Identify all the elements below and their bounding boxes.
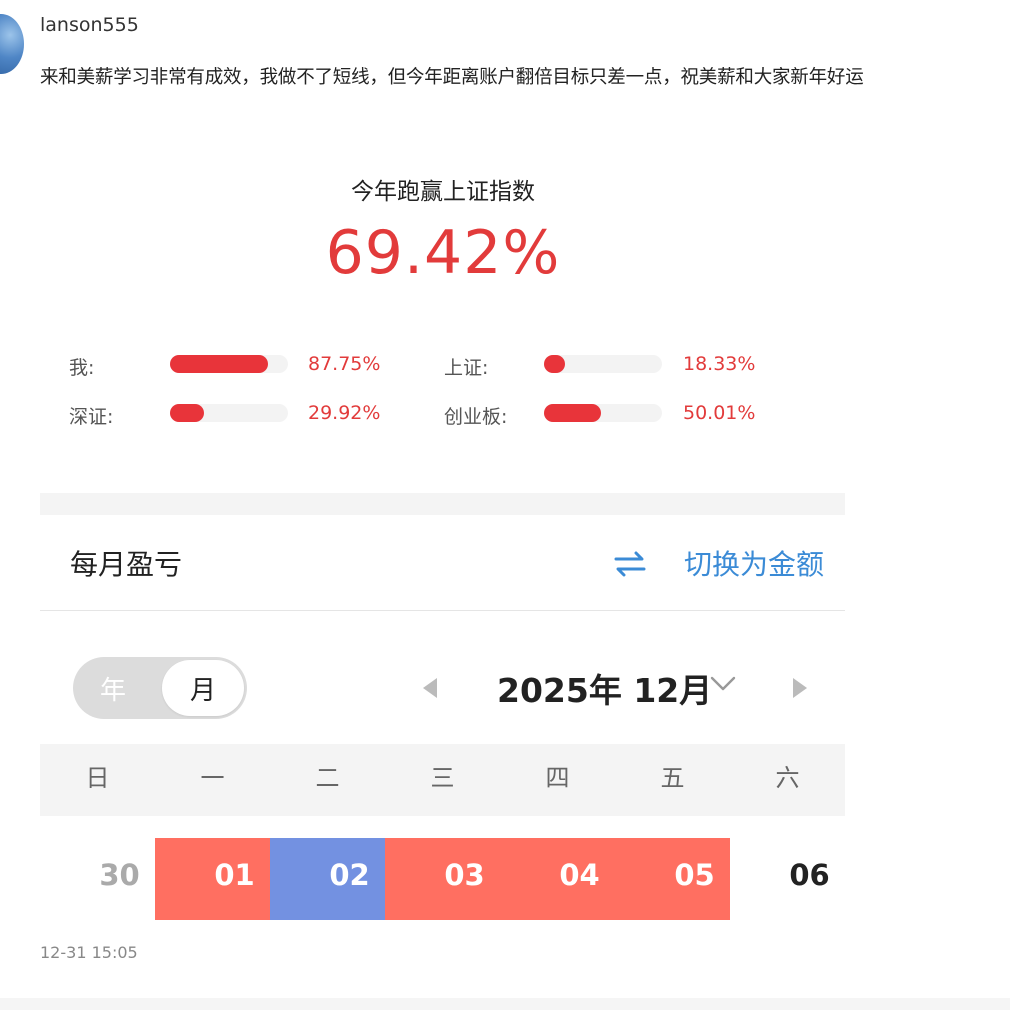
panel-top-divider: [40, 493, 845, 515]
stat-percent-chinext: 50.01%: [683, 402, 756, 424]
weekday-wed: 三: [430, 764, 455, 792]
username[interactable]: lanson555: [40, 14, 139, 36]
stat-label-shenzhen: 深证:: [69, 406, 114, 428]
switch-to-amount-button[interactable]: 切换为金额: [684, 543, 824, 583]
swap-icon[interactable]: [612, 548, 648, 580]
post-timestamp: 12-31 15:05: [40, 943, 138, 962]
month-label[interactable]: 2025年 12月: [497, 664, 712, 712]
bottom-divider: [0, 998, 1010, 1010]
day-number-04: 04: [559, 858, 600, 892]
stat-percent-me: 87.75%: [308, 353, 381, 375]
stat-label-shanghai: 上证:: [444, 357, 489, 379]
chevron-down-icon[interactable]: [708, 672, 738, 694]
day-number-01: 01: [214, 858, 255, 892]
weekday-thu: 四: [545, 764, 570, 792]
stat-bar-me: [170, 355, 288, 373]
day-number-05: 05: [674, 858, 715, 892]
toggle-month-option[interactable]: 月: [190, 670, 216, 707]
stat-bar-fill-me: [170, 355, 268, 373]
weekday-tue: 二: [315, 764, 340, 792]
day-number-30: 30: [99, 858, 140, 892]
next-month-icon[interactable]: [793, 678, 807, 698]
stat-bar-chinext: [544, 404, 662, 422]
stat-label-chinext: 创业板:: [444, 406, 508, 428]
weekday-fri: 五: [660, 764, 685, 792]
weekday-sun: 日: [85, 764, 110, 792]
toggle-year-option[interactable]: 年: [100, 670, 126, 707]
weekday-mon: 一: [200, 764, 225, 792]
summary-title: 今年跑赢上证指数: [351, 179, 535, 205]
stat-bar-fill-chinext: [544, 404, 601, 422]
prev-month-icon[interactable]: [423, 678, 437, 698]
stat-bar-fill-shanghai: [544, 355, 565, 373]
day-number-02: 02: [329, 858, 370, 892]
stat-bar-shanghai: [544, 355, 662, 373]
stat-bar-shenzhen: [170, 404, 288, 422]
monthly-pnl-title: 每月盈亏: [70, 548, 183, 581]
stat-percent-shanghai: 18.33%: [683, 353, 756, 375]
stat-bar-fill-shenzhen: [170, 404, 204, 422]
stat-percent-shenzhen: 29.92%: [308, 402, 381, 424]
panel-divider: [40, 610, 845, 611]
stat-label-me: 我:: [69, 357, 95, 379]
summary-value: 69.42%: [325, 218, 561, 288]
comment-text: 来和美薪学习非常有成效，我做不了短线，但今年距离账户翻倍目标只差一点，祝美薪和大…: [40, 67, 864, 88]
day-number-03: 03: [444, 858, 485, 892]
day-number-06: 06: [789, 858, 830, 892]
avatar[interactable]: [0, 14, 24, 74]
weekday-sat: 六: [775, 764, 800, 792]
